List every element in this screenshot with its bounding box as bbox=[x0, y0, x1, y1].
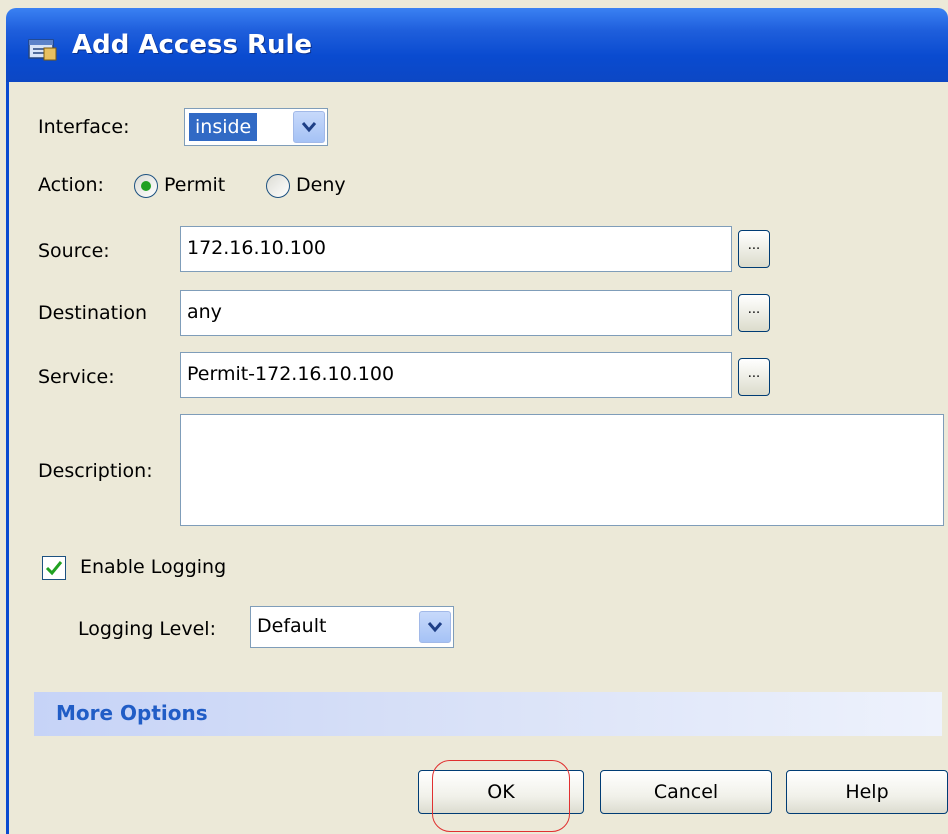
source-browse-button[interactable]: ... bbox=[738, 230, 770, 268]
service-value: Permit-172.16.10.100 bbox=[187, 363, 395, 385]
radio-selected-dot bbox=[141, 181, 151, 191]
action-label: Action: bbox=[38, 174, 104, 196]
logging-level-select[interactable]: Default bbox=[250, 606, 454, 648]
destination-value: any bbox=[187, 301, 222, 323]
service-label: Service: bbox=[38, 366, 115, 388]
title-bar[interactable]: Add Access Rule bbox=[6, 8, 948, 82]
cancel-button[interactable]: Cancel bbox=[600, 770, 772, 814]
logging-level-label: Logging Level: bbox=[78, 618, 216, 640]
logging-level-value: Default bbox=[257, 615, 327, 637]
service-browse-button[interactable]: ... bbox=[738, 358, 770, 396]
more-options-label: More Options bbox=[56, 701, 208, 725]
more-options-bar[interactable]: More Options bbox=[34, 692, 942, 736]
dialog-title: Add Access Rule bbox=[72, 30, 313, 60]
permit-radio[interactable] bbox=[134, 174, 158, 198]
chevron-down-icon[interactable] bbox=[293, 111, 325, 143]
enable-logging-checkbox[interactable] bbox=[42, 556, 66, 580]
description-label: Description: bbox=[38, 460, 153, 482]
source-value: 172.16.10.100 bbox=[187, 237, 327, 259]
destination-browse-button[interactable]: ... bbox=[738, 294, 770, 332]
add-access-rule-dialog: Add Access Rule Interface: inside Action… bbox=[0, 0, 948, 834]
source-input[interactable]: 172.16.10.100 bbox=[180, 226, 732, 272]
help-button[interactable]: Help bbox=[786, 770, 948, 814]
source-label: Source: bbox=[38, 240, 110, 262]
deny-label[interactable]: Deny bbox=[296, 174, 346, 196]
destination-input[interactable]: any bbox=[180, 290, 732, 336]
checkmark-icon bbox=[45, 561, 63, 576]
chevron-down-icon[interactable] bbox=[419, 611, 451, 643]
enable-logging-label[interactable]: Enable Logging bbox=[80, 556, 226, 578]
access-rule-icon bbox=[28, 36, 58, 62]
permit-label[interactable]: Permit bbox=[164, 174, 225, 196]
highlight-annotation bbox=[432, 760, 570, 832]
deny-radio[interactable] bbox=[266, 174, 290, 198]
destination-label: Destination bbox=[38, 302, 148, 324]
interface-select[interactable]: inside bbox=[184, 108, 328, 146]
interface-value: inside bbox=[189, 113, 258, 141]
interface-label: Interface: bbox=[38, 116, 130, 138]
service-input[interactable]: Permit-172.16.10.100 bbox=[180, 352, 732, 398]
description-textarea[interactable] bbox=[180, 414, 944, 526]
